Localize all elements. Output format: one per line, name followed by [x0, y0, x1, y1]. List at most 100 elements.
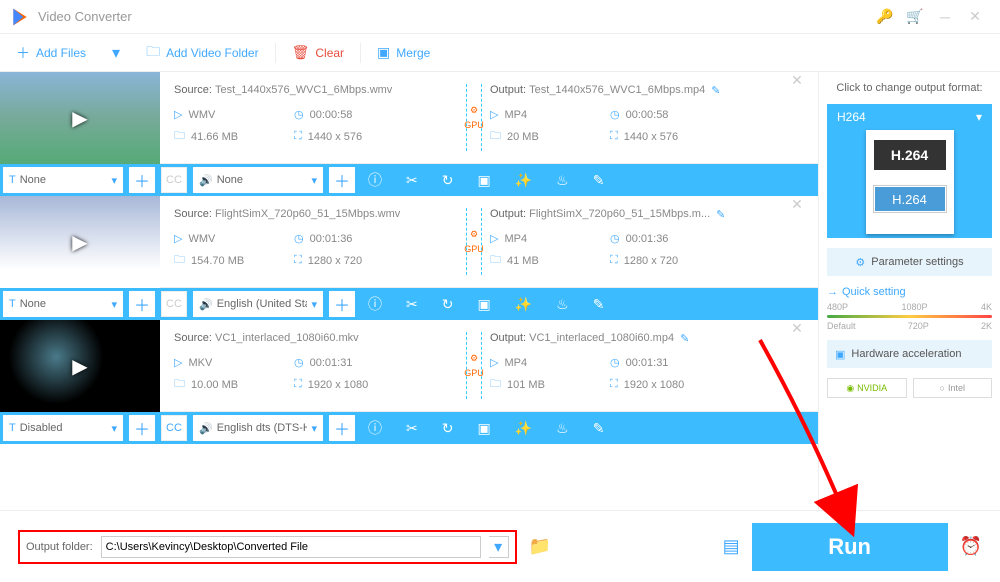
effects-icon[interactable]: ✨	[515, 420, 532, 437]
info-icon[interactable]: ⓘ	[368, 170, 382, 190]
open-folder-button[interactable]: 📁	[529, 536, 551, 557]
source-filename: Test_1440x576_WVC1_6Mbps.wmv	[215, 84, 392, 96]
video-thumbnail[interactable]: ▶	[0, 320, 160, 412]
crop-icon[interactable]: ▣	[477, 172, 490, 189]
src-format: MKV	[188, 357, 212, 369]
size-icon: 🗀	[174, 127, 185, 146]
add-files-button[interactable]: ＋Add Files	[0, 43, 102, 63]
video-thumbnail[interactable]: ▶	[0, 72, 160, 164]
text-icon: T	[9, 298, 16, 310]
src-size: 10.00 MB	[191, 379, 238, 391]
output-folder-group: Output folder: ▾	[18, 530, 517, 564]
list-icon[interactable]: ▤	[723, 536, 740, 557]
add-folder-button[interactable]: 🗀Add Video Folder	[130, 41, 275, 65]
output-folder-dropdown[interactable]: ▾	[489, 536, 509, 558]
clear-label: Clear	[315, 46, 344, 60]
edit-subtitle-icon[interactable]: ✎	[593, 296, 605, 313]
edit-icon[interactable]: ✎	[716, 208, 725, 221]
tick: Default	[827, 321, 856, 331]
out-duration: 00:01:36	[626, 233, 669, 245]
audio-select[interactable]: 🔊English (United State▾	[193, 291, 323, 317]
format-icon: ▷	[490, 232, 498, 245]
add-audio-button[interactable]: ＋	[329, 415, 355, 441]
crop-icon[interactable]: ▣	[477, 420, 490, 437]
play-icon: ▶	[0, 72, 160, 164]
audio-select[interactable]: 🔊English dts (DTS-HD▾	[193, 415, 323, 441]
format-icon: ▷	[174, 356, 182, 369]
tick: 2K	[981, 321, 992, 331]
info-icon[interactable]: ⓘ	[368, 418, 382, 438]
rotate-icon[interactable]: ↻	[442, 420, 454, 437]
subtitle-select[interactable]: TDisabled▾	[3, 415, 123, 441]
folder-plus-icon: 🗀	[146, 41, 160, 65]
add-subtitle-button[interactable]: ＋	[129, 167, 155, 193]
output-folder-input[interactable]	[101, 536, 481, 558]
hardware-accel-button[interactable]: ▣Hardware acceleration	[827, 340, 992, 368]
subtitle-value: None	[20, 298, 108, 310]
out-resolution: 1280 x 720	[624, 255, 678, 267]
add-audio-button[interactable]: ＋	[329, 167, 355, 193]
tick: 4K	[981, 302, 992, 312]
edit-icon[interactable]: ✎	[711, 84, 720, 97]
minimize-icon[interactable]: ─	[930, 9, 960, 25]
add-files-dropdown[interactable]: ▾	[102, 43, 130, 63]
add-audio-button[interactable]: ＋	[329, 291, 355, 317]
remove-row-button[interactable]: ✕	[782, 196, 812, 287]
add-subtitle-button[interactable]: ＋	[129, 291, 155, 317]
resolution-icon: ⛶	[294, 378, 302, 391]
parameter-settings-button[interactable]: ⚙Parameter settings	[827, 248, 992, 276]
clock-icon: ◷	[610, 356, 620, 369]
file-row: ▶ Source: FlightSimX_720p60_51_15Mbps.wm…	[0, 196, 818, 320]
watermark-icon[interactable]: ♨	[556, 420, 569, 437]
out-size: 41 MB	[507, 255, 539, 267]
subtitle-select[interactable]: TNone▾	[3, 291, 123, 317]
speaker-icon: 🔊	[199, 174, 213, 187]
run-button[interactable]: Run	[752, 523, 948, 571]
out-format: MP4	[504, 109, 527, 121]
format-selector[interactable]: H264▾ H.264 H.264	[827, 104, 992, 238]
effects-icon[interactable]: ✨	[515, 296, 532, 313]
merge-button[interactable]: ▣Merge	[361, 44, 446, 61]
add-subtitle-button[interactable]: ＋	[129, 415, 155, 441]
cut-icon[interactable]: ✂	[406, 420, 418, 437]
cut-icon[interactable]: ✂	[406, 296, 418, 313]
watermark-icon[interactable]: ♨	[556, 296, 569, 313]
rotate-icon[interactable]: ↻	[442, 296, 454, 313]
param-label: Parameter settings	[871, 256, 963, 268]
edit-subtitle-icon[interactable]: ✎	[593, 420, 605, 437]
source-filename: FlightSimX_720p60_51_15Mbps.wmv	[215, 208, 400, 220]
remove-row-button[interactable]: ✕	[782, 72, 812, 163]
size-icon: 🗀	[490, 251, 501, 270]
key-icon[interactable]: 🔑	[870, 8, 900, 25]
watermark-icon[interactable]: ♨	[556, 172, 569, 189]
video-thumbnail[interactable]: ▶	[0, 196, 160, 288]
cc-button[interactable]: CC	[161, 291, 187, 317]
cut-icon[interactable]: ✂	[406, 172, 418, 189]
rotate-icon[interactable]: ↻	[442, 172, 454, 189]
edit-icon[interactable]: ✎	[680, 332, 689, 345]
info-icon[interactable]: ⓘ	[368, 294, 382, 314]
output-label: Output:	[490, 332, 526, 344]
speaker-icon: 🔊	[199, 422, 213, 435]
gpu-label: GPU	[464, 120, 484, 130]
format-name: H264	[837, 110, 866, 124]
remove-row-button[interactable]: ✕	[782, 320, 812, 411]
close-icon[interactable]: ✕	[960, 8, 990, 25]
file-list: ▶ Source: Test_1440x576_WVC1_6Mbps.wmv ▷…	[0, 72, 818, 510]
resolution-icon: ⛶	[610, 130, 618, 143]
chevron-down-icon: ▾	[311, 298, 317, 311]
cc-button[interactable]: CC	[161, 167, 187, 193]
resolution-icon: ⛶	[610, 254, 618, 267]
clear-button[interactable]: 🗑Clear	[276, 44, 360, 61]
edit-subtitle-icon[interactable]: ✎	[593, 172, 605, 189]
cc-button[interactable]: CC	[161, 415, 187, 441]
gpu-icon: ⚙	[470, 353, 478, 364]
schedule-icon[interactable]: ⏰	[960, 536, 982, 557]
cart-icon[interactable]: 🛒	[900, 8, 930, 25]
audio-select[interactable]: 🔊None▾	[193, 167, 323, 193]
quality-slider[interactable]: 480P1080P4K Default720P2K	[827, 302, 992, 330]
crop-icon[interactable]: ▣	[477, 296, 490, 313]
effects-icon[interactable]: ✨	[515, 172, 532, 189]
subtitle-select[interactable]: TNone▾	[3, 167, 123, 193]
src-size: 41.66 MB	[191, 131, 238, 143]
